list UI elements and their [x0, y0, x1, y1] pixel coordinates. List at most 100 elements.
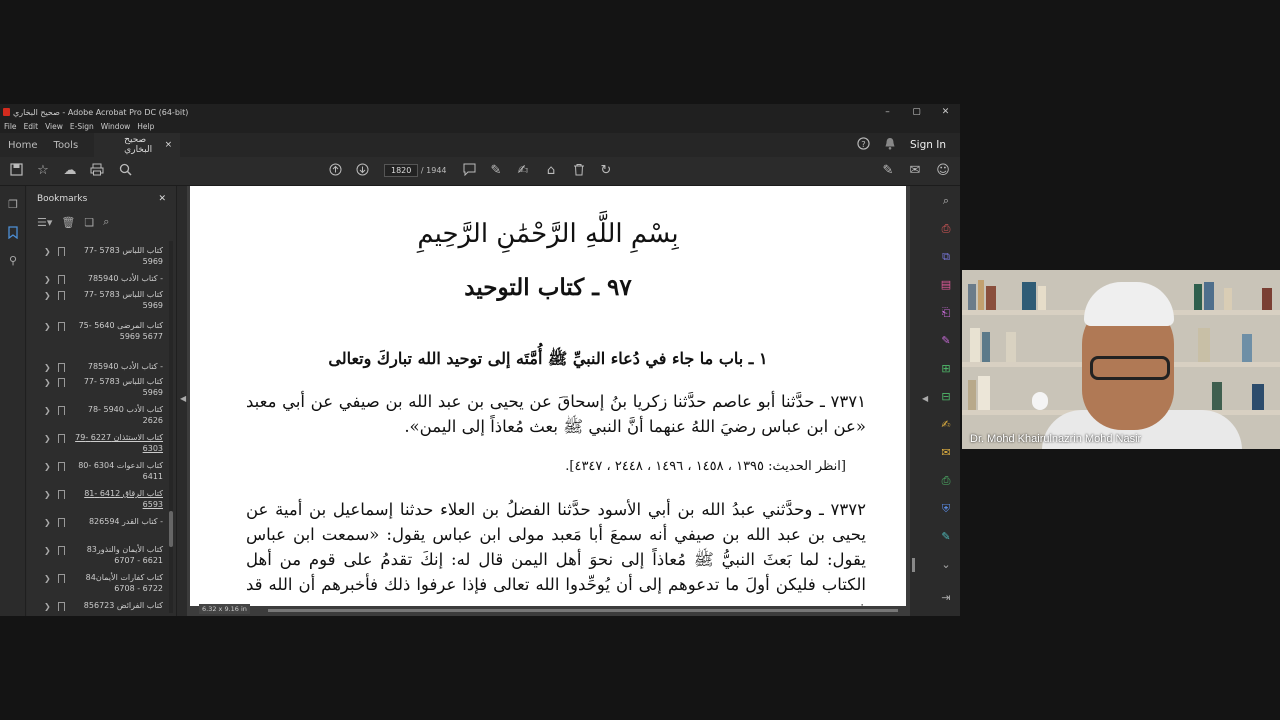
close-window-button[interactable]: ✕: [931, 107, 960, 117]
protect-icon[interactable]: ⛨: [938, 501, 954, 517]
scan-ocr-icon[interactable]: ⊟: [938, 389, 954, 405]
upload-cloud-icon[interactable]: ☁: [62, 163, 78, 179]
organize-pages-icon[interactable]: ▤: [938, 277, 954, 293]
stamp-icon[interactable]: ⌂: [543, 163, 559, 179]
expand-chevron-icon[interactable]: ❯: [44, 574, 51, 583]
bookmarks-title: Bookmarks: [37, 193, 88, 204]
left-navigation-rail: ❐ ⚲: [0, 186, 26, 616]
bookmark-list: ❯ 77كتاب اللباس 5783 - 5969 ❯ 78كتاب الأ…: [27, 241, 167, 613]
page-thumbnails-icon[interactable]: ❐: [6, 198, 20, 212]
tab-tools[interactable]: Tools: [46, 140, 87, 151]
expand-chevron-icon[interactable]: ❯: [44, 434, 51, 443]
new-bookmark-icon[interactable]: ❏: [84, 216, 94, 229]
bookmarks-panel-icon[interactable]: [6, 226, 20, 240]
hadith-7372: ٧٣٧٢ ـ وحدَّثني عبدُ الله بن أبي الأسود …: [246, 500, 866, 606]
request-signature-icon[interactable]: ✍: [938, 417, 954, 433]
combine-files-icon[interactable]: ⧉: [938, 249, 954, 265]
menu-file[interactable]: File: [4, 122, 17, 131]
document-tab-label: صحيح البخاري: [124, 135, 153, 155]
expand-chevron-icon[interactable]: ❯: [44, 602, 51, 611]
close-bookmarks-icon[interactable]: ✕: [158, 194, 166, 204]
vertical-scrollbar[interactable]: [911, 186, 916, 616]
more-tools-icon[interactable]: ⌄: [938, 557, 954, 573]
edit-pdf-icon[interactable]: ✎: [880, 163, 896, 179]
account-lock-icon[interactable]: ☺: [935, 163, 951, 179]
menu-edit[interactable]: Edit: [24, 122, 39, 131]
next-page-icon[interactable]: [354, 163, 370, 179]
expand-chevron-icon[interactable]: ❯: [44, 378, 51, 387]
compress-pdf-icon[interactable]: ⊞: [938, 361, 954, 377]
minimize-button[interactable]: –: [873, 107, 902, 117]
bookmark-icon: [58, 378, 65, 387]
save-icon[interactable]: [8, 163, 24, 179]
maximize-button[interactable]: ▢: [902, 107, 931, 117]
comment-tool-icon[interactable]: ✉: [938, 445, 954, 461]
previous-page-icon[interactable]: [327, 163, 343, 179]
email-icon[interactable]: ✉: [907, 163, 923, 179]
vertical-scroll-thumb[interactable]: [912, 558, 915, 572]
book-title: ٩٧ ـ كتاب التوحيد: [464, 274, 632, 301]
tab-document[interactable]: صحيح البخاري ×: [94, 133, 181, 157]
hadith-reference: [انظر الحديث: ١٣٩٥ ، ١٤٥٨ ، ١٤٩٦ ، ٢٤٤٨ …: [565, 459, 846, 474]
bookmark-icon: [58, 490, 65, 499]
expand-chevron-icon[interactable]: ❯: [44, 406, 51, 415]
bookmark-options-icon[interactable]: ☰▾: [37, 216, 52, 229]
fill-sign-icon[interactable]: ✎: [938, 333, 954, 349]
acrobat-app-icon: [3, 108, 10, 116]
bookmark-label: 83كتاب الأيمان والنذور 6621 - 6707: [86, 545, 163, 565]
expand-chevron-icon[interactable]: ❯: [44, 490, 51, 499]
help-icon[interactable]: ?: [857, 137, 870, 153]
speaker-name-label: Dr. Mohd Khairulnazrin Mohd Nasir: [970, 433, 1142, 445]
basmala-heading: بِسْمِ اللَّهِ الرَّحْمَٰنِ الرَّحِيمِ: [417, 219, 679, 249]
page-number-input[interactable]: 1820: [384, 164, 419, 177]
bookmark-label: 75كتاب المرضى 5640 - 5677 5969: [78, 321, 163, 341]
menu-help[interactable]: Help: [137, 122, 154, 131]
sign-pen-icon[interactable]: ✍: [515, 163, 531, 179]
bookmarks-scrollbar[interactable]: [169, 241, 173, 613]
bookmark-icon: [58, 363, 65, 372]
expand-chevron-icon[interactable]: ❯: [44, 247, 51, 256]
bookmark-icon: [58, 518, 65, 527]
bookmark-icon: [58, 574, 65, 583]
delete-icon[interactable]: [571, 163, 587, 179]
sign-in-button[interactable]: Sign In: [910, 139, 946, 151]
bookmark-icon: [58, 546, 65, 555]
menu-window[interactable]: Window: [101, 122, 131, 131]
export-pdf-icon[interactable]: ⎗: [938, 305, 954, 321]
menu-bar: File Edit View E-Sign Window Help: [0, 120, 960, 133]
pen-icon[interactable]: ✎: [488, 163, 504, 179]
attachments-paperclip-icon[interactable]: ⚲: [6, 254, 20, 268]
expand-chevron-icon[interactable]: ❯: [44, 462, 51, 471]
zoom-search-icon[interactable]: ⌕: [938, 193, 954, 209]
redo-icon[interactable]: ↻: [598, 163, 614, 179]
bookmark-star-icon[interactable]: ☆: [35, 163, 51, 179]
window-title: صحيح البخاري - Adobe Acrobat Pro DC (64-…: [13, 107, 189, 117]
expand-chevron-icon[interactable]: ❯: [44, 275, 51, 284]
delete-bookmark-icon[interactable]: 🗑: [61, 216, 75, 229]
expand-chevron-icon[interactable]: ❯: [44, 291, 51, 300]
expand-chevron-icon[interactable]: ❯: [44, 363, 51, 372]
search-icon[interactable]: [117, 163, 133, 179]
horizontal-scrollbar[interactable]: [268, 609, 898, 612]
bookmark-icon: [58, 406, 65, 415]
comment-icon[interactable]: [461, 163, 477, 179]
expand-chevron-icon[interactable]: ❯: [44, 546, 51, 555]
menu-esign[interactable]: E-Sign: [70, 122, 94, 131]
find-bookmark-icon[interactable]: ⌕: [103, 215, 109, 229]
bookmarks-scroll-thumb[interactable]: [169, 511, 173, 547]
edit-tool-icon[interactable]: ✎: [938, 529, 954, 545]
collapse-tools-icon[interactable]: ⇥: [938, 590, 954, 606]
print-production-icon[interactable]: ⎙: [938, 473, 954, 489]
notifications-bell-icon[interactable]: [884, 137, 896, 153]
expand-chevron-icon[interactable]: ❯: [44, 518, 51, 527]
print-icon[interactable]: [89, 163, 105, 179]
bookmark-label: 79كتاب الاستئذان 6227 - 6303: [75, 433, 163, 453]
create-pdf-icon[interactable]: ⎙: [938, 221, 954, 237]
tab-home[interactable]: Home: [0, 140, 46, 151]
close-tab-icon[interactable]: ×: [165, 140, 173, 150]
bookmark-label: 77كتاب اللباس 5783 - 5969: [83, 377, 163, 397]
expand-chevron-icon[interactable]: ❯: [44, 322, 51, 331]
expand-tools-arrow-icon[interactable]: ◀: [922, 394, 928, 403]
collapse-panel-arrow-icon[interactable]: ◀: [180, 394, 186, 403]
menu-view[interactable]: View: [45, 122, 63, 131]
